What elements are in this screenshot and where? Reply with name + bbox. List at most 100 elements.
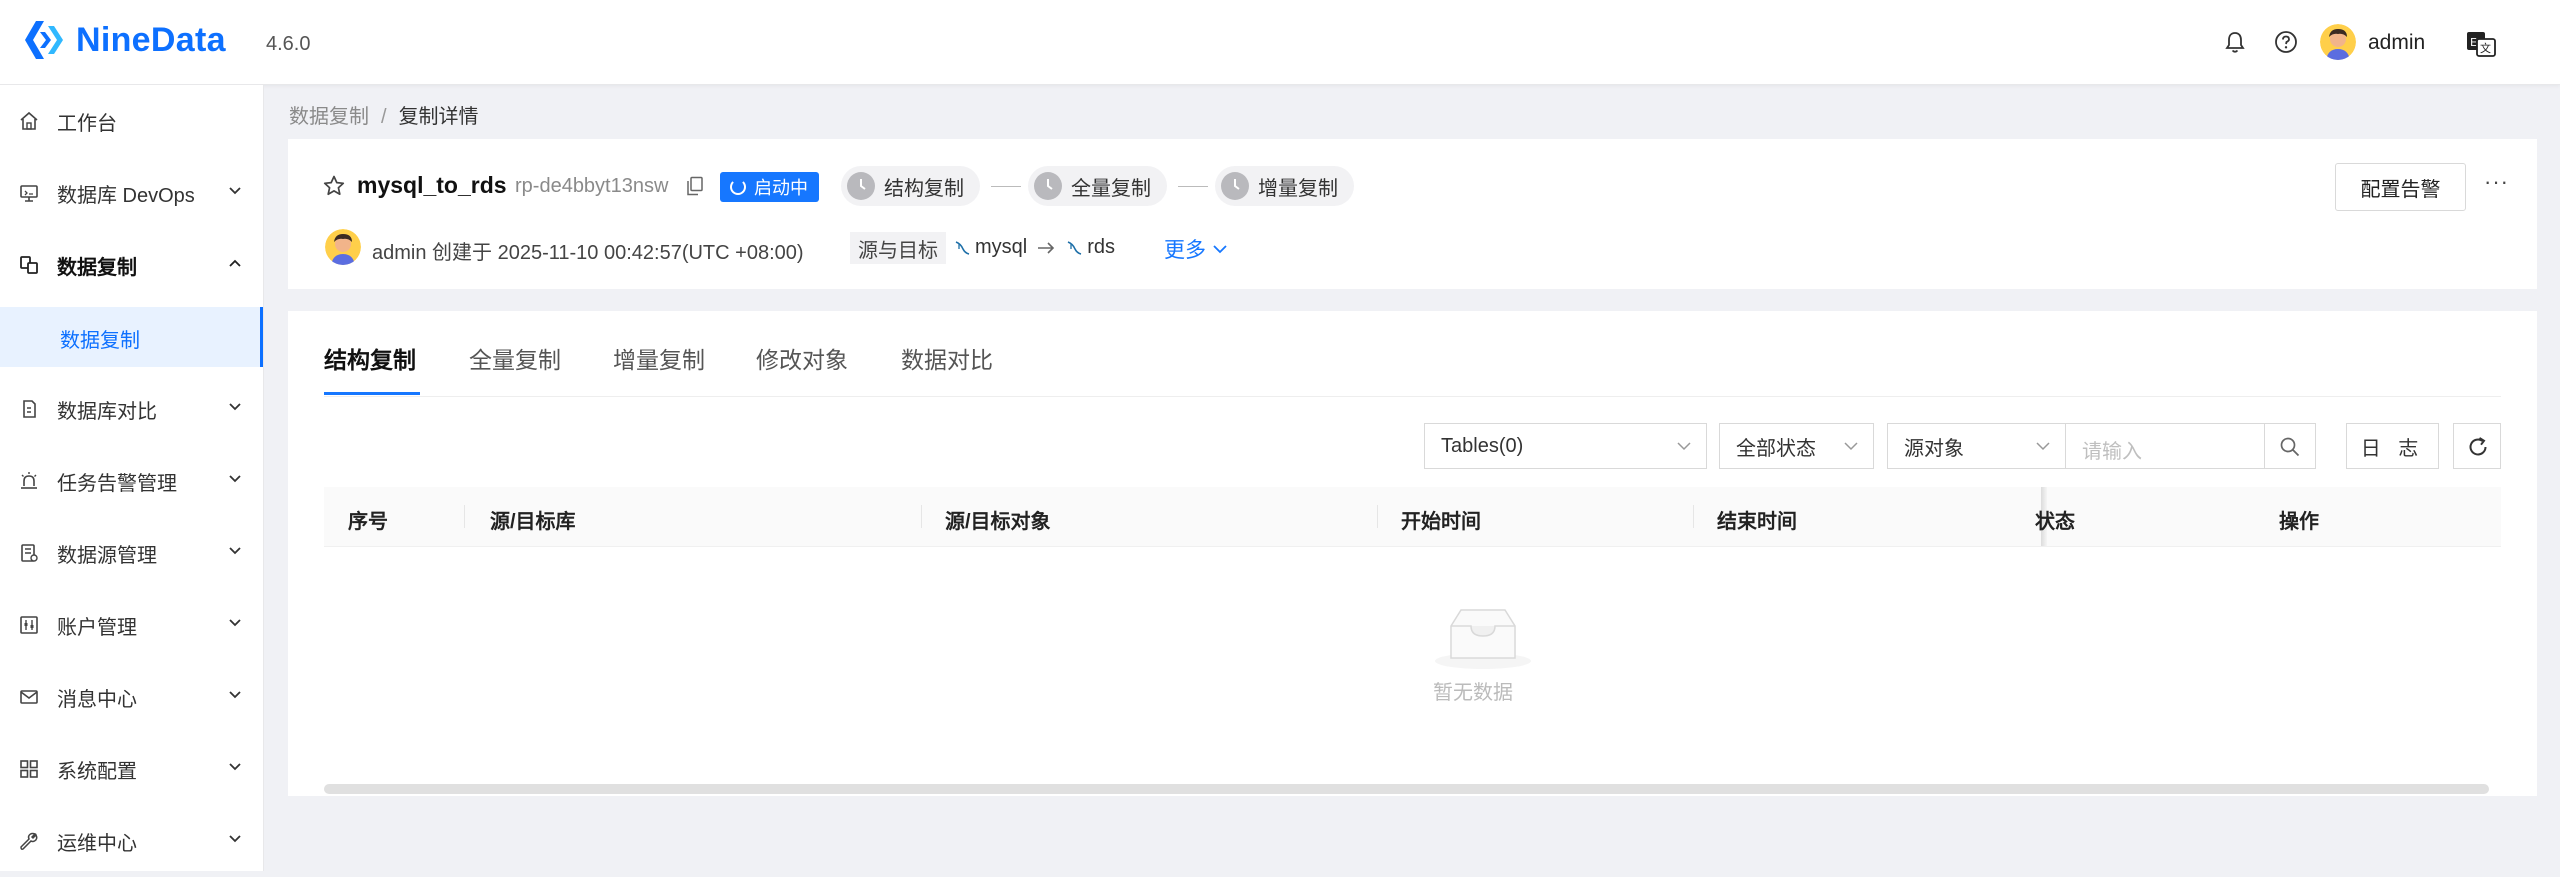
sidebar-item-label: 数据复制 [57, 256, 137, 279]
log-button[interactable]: 日 志 [2346, 423, 2439, 469]
table-header: 序号 源/目标库 源/目标对象 开始时间 结束时间 状态 操作 [324, 487, 2501, 547]
refresh-button[interactable] [2453, 423, 2501, 469]
chevron-down-icon [2035, 440, 2051, 452]
grid-icon [19, 759, 39, 779]
datasource-icon [19, 543, 39, 563]
sidebar-item-label: 任务告警管理 [57, 472, 177, 495]
tab-structure[interactable]: 结构复制 [324, 341, 416, 375]
user-name[interactable]: admin [2368, 31, 2425, 55]
col-status: 状态 [2035, 511, 2075, 533]
sidebar-item-alarm[interactable]: 任务告警管理 [0, 445, 263, 517]
loading-icon [730, 179, 746, 195]
horizontal-scrollbar[interactable] [324, 784, 2489, 794]
sidebar-item-workbench[interactable]: 工作台 [0, 85, 263, 157]
chevron-down-icon [1212, 243, 1228, 255]
more-actions-icon[interactable]: ··· [2484, 169, 2509, 195]
tab-full[interactable]: 全量复制 [469, 341, 561, 375]
status-label: 启动中 [754, 178, 808, 198]
sidebar-item-system-config[interactable]: 系统配置 [0, 733, 263, 805]
status-select-value: 全部状态 [1736, 437, 1816, 460]
language-switch-icon[interactable]: En文 [2466, 31, 2496, 57]
task-id: rp-de4bbyt13nsw [515, 175, 669, 197]
source-target-path: mysql rds [953, 236, 1115, 259]
config-alarm-button[interactable]: 配置告警 [2335, 163, 2466, 211]
more-link[interactable]: 更多 [1164, 234, 1228, 264]
tab-data-compare[interactable]: 数据对比 [901, 341, 993, 375]
avatar[interactable] [2320, 24, 2356, 60]
chevron-down-icon [1843, 440, 1859, 452]
clock-icon [847, 172, 875, 200]
chevron-down-icon [228, 690, 242, 700]
col-index: 序号 [348, 511, 388, 533]
wrench-icon [19, 831, 39, 851]
sidebar-item-label: 运维中心 [57, 832, 137, 855]
col-actions: 操作 [2279, 511, 2319, 533]
help-icon[interactable] [2274, 30, 2298, 54]
sidebar-item-label: 数据源管理 [57, 544, 157, 567]
step-connector [1178, 186, 1208, 187]
tab-incremental[interactable]: 增量复制 [613, 341, 705, 375]
copy-icon[interactable] [686, 176, 704, 196]
sidebar: 工作台 数据库 DevOps 数据复制 数据复制 数据库对比 任务告警管理 数据… [0, 85, 264, 871]
sidebar-item-label: 数据库 DevOps [57, 184, 195, 207]
tab-modify-objects[interactable]: 修改对象 [756, 341, 848, 375]
chevron-down-icon [228, 618, 242, 628]
search-input[interactable]: 请输入 [2065, 423, 2316, 469]
home-icon [19, 111, 39, 131]
bell-icon[interactable] [2224, 30, 2246, 54]
sidebar-subitem-label: 数据复制 [60, 330, 140, 352]
detail-content-card: 结构复制 全量复制 增量复制 修改对象 数据对比 Tables(0) 全部状态 … [288, 311, 2537, 796]
tables-select[interactable]: Tables(0) [1424, 423, 1707, 469]
step-label: 全量复制 [1071, 177, 1151, 200]
sidebar-item-label: 工作台 [57, 112, 117, 135]
logo-text: NineData [76, 20, 226, 59]
object-select[interactable]: 源对象 [1887, 423, 2066, 469]
status-select[interactable]: 全部状态 [1719, 423, 1874, 469]
chevron-down-icon [1676, 440, 1692, 452]
status-badge: 启动中 [720, 172, 819, 202]
empty-text: 暂无数据 [1433, 682, 1513, 704]
star-icon[interactable] [322, 174, 346, 198]
sidebar-subitem-replication[interactable]: 数据复制 [0, 307, 263, 367]
step-structure[interactable]: 结构复制 [841, 166, 980, 206]
active-indicator [260, 307, 263, 367]
task-header-card: mysql_to_rds rp-de4bbyt13nsw 启动中 结构复制 全量… [288, 139, 2537, 289]
col-start-time: 开始时间 [1401, 511, 1481, 533]
breadcrumb-current: 复制详情 [398, 106, 479, 128]
sidebar-item-label: 数据库对比 [57, 400, 157, 423]
task-name: mysql_to_rds [357, 172, 507, 198]
chevron-up-icon [228, 258, 242, 268]
ninedata-logo-icon [22, 18, 68, 62]
sidebar-item-db-compare[interactable]: 数据库对比 [0, 373, 263, 445]
sidebar-item-datasource[interactable]: 数据源管理 [0, 517, 263, 589]
arrow-right-icon [1037, 241, 1055, 255]
mysql-db-icon [953, 239, 971, 257]
step-label: 增量复制 [1258, 177, 1338, 200]
sidebar-item-devops[interactable]: 数据库 DevOps [0, 157, 263, 229]
step-full[interactable]: 全量复制 [1028, 166, 1167, 206]
sidebar-item-ops-center[interactable]: 运维中心 [0, 805, 263, 877]
sidebar-item-label: 系统配置 [57, 760, 137, 783]
more-label: 更多 [1164, 239, 1206, 262]
object-select-value: 源对象 [1904, 437, 1964, 460]
sidebar-item-messages[interactable]: 消息中心 [0, 661, 263, 733]
col-end-time: 结束时间 [1717, 511, 1797, 533]
breadcrumb-parent[interactable]: 数据复制 [289, 106, 369, 128]
step-incremental[interactable]: 增量复制 [1215, 166, 1354, 206]
chevron-down-icon [228, 402, 242, 412]
sidebar-item-replication[interactable]: 数据复制 [0, 229, 263, 301]
sidebar-item-account[interactable]: 账户管理 [0, 589, 263, 661]
alarm-icon [19, 471, 39, 491]
clock-icon [1034, 172, 1062, 200]
logo[interactable]: NineData [22, 18, 226, 62]
sidebar-item-label: 消息中心 [57, 688, 137, 711]
search-placeholder: 请输入 [2082, 441, 2142, 463]
clock-icon [1221, 172, 1249, 200]
step-label: 结构复制 [884, 177, 964, 200]
column-divider [1377, 505, 1378, 528]
column-divider [921, 505, 922, 528]
active-tab-indicator [324, 392, 420, 395]
search-button[interactable] [2264, 424, 2315, 468]
sidebar-item-label: 账户管理 [57, 616, 137, 639]
top-header: NineData 4.6.0 admin En文 [0, 0, 2560, 85]
